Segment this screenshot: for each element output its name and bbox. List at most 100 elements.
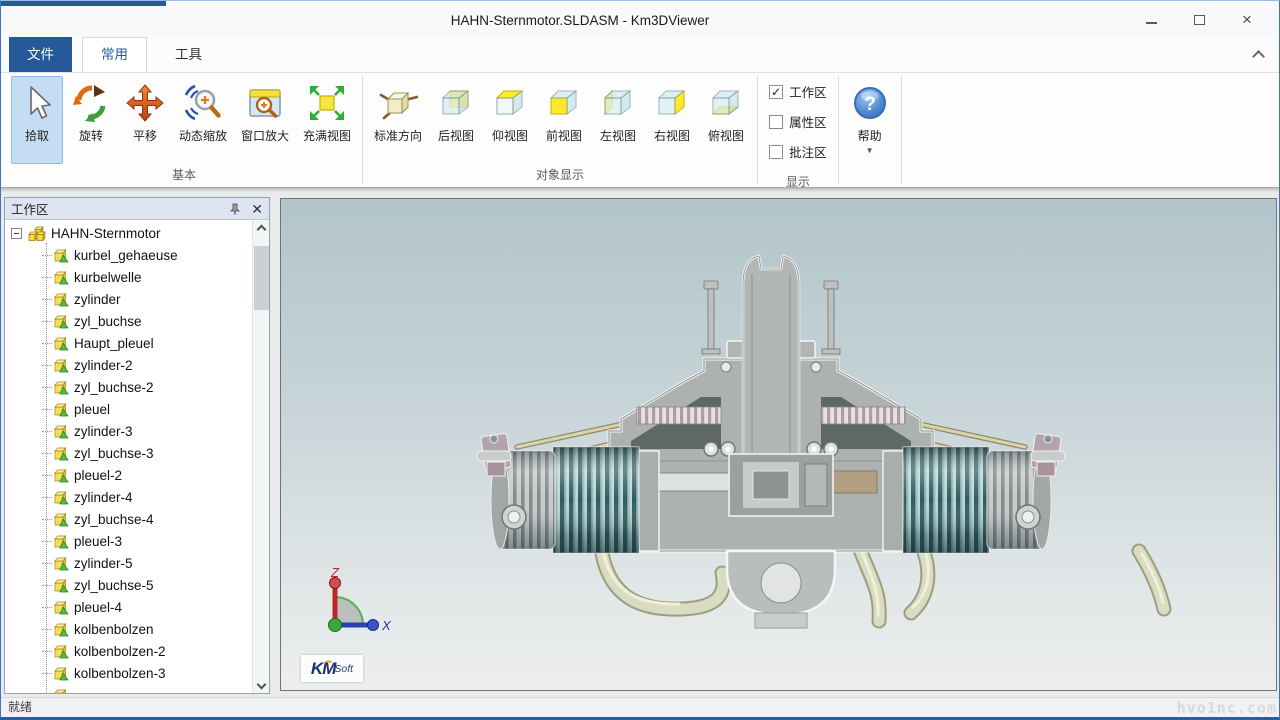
tree-item[interactable]: zylinder-2 [5,354,251,376]
part-icon [53,555,69,571]
cube-left-icon [598,83,638,123]
scroll-down-button[interactable] [253,677,269,693]
ribbon-button-pick[interactable]: 拾取 [11,76,63,164]
maximize-button[interactable] [1175,1,1223,38]
tree-item[interactable]: zyl_buchse [5,310,251,332]
tree-collapse-icon[interactable] [11,228,22,239]
ribbon: 拾取旋转平移动态缩放窗口放大充满视图基本标准方向后视图仰视图前视图左视图右视图俯… [1,73,1279,187]
collapse-ribbon-icon[interactable] [1252,50,1265,63]
tree-item-label: kolbenbolzen [74,622,154,637]
workspace-panel: 工作区 ✕ HAHN-Sternmotor kurbel_gehaeusekur… [4,197,270,694]
scrollbar-thumb[interactable] [254,246,269,310]
tab-file[interactable]: 文件 [9,37,72,72]
ribbon-button-view-left[interactable]: 左视图 [592,76,644,164]
tree-item[interactable]: zyl_buchse-3 [5,442,251,464]
part-icon [53,511,69,527]
close-button[interactable]: × [1223,1,1271,38]
tree-connector [42,475,52,476]
tree-item-label: zyl_buchse-4 [74,512,154,527]
tree-connector [42,365,52,366]
tree-item[interactable]: pleuel-4 [5,596,251,618]
tree-connector [42,277,52,278]
tree-item-label: zyl_buchse-3 [74,446,154,461]
ribbon-button-zoom-dynamic[interactable]: 动态缩放 [173,76,233,164]
tab-tools[interactable]: 工具 [157,37,220,72]
chevron-down-icon [256,680,266,690]
tree-item[interactable]: zyl_buchse-2 [5,376,251,398]
tree-root-item[interactable]: HAHN-Sternmotor [5,222,251,244]
part-icon [53,599,69,615]
tree-connector [42,453,52,454]
ribbon-button-label: 右视图 [654,127,690,144]
tree-item[interactable]: kolbenbolzen-2 [5,640,251,662]
tree-item-label: pleuel [74,402,110,417]
tree-item[interactable]: Haupt_pleuel [5,332,251,354]
ribbon-button-std-orientation[interactable]: 标准方向 [368,76,428,164]
zoom-dynamic-icon [183,83,223,123]
viewport-3d[interactable]: Z X KM Soft [280,198,1277,691]
window-title: HAHN-Sternmotor.SLDASM - Km3DViewer [1,1,1159,38]
scroll-up-button[interactable] [253,226,269,242]
part-icon [53,269,69,285]
checkbox-box-workspace[interactable]: ✓ [769,85,783,99]
logo-soft-text: Soft [334,663,353,675]
tree-item[interactable]: kurbel_gehaeuse [5,244,251,266]
minimize-icon [1146,22,1157,24]
ribbon-button-view-front[interactable]: 前视图 [538,76,590,164]
tree-item[interactable]: pleuel-2 [5,464,251,486]
ribbon-button-help[interactable]: 帮助▼ [844,76,896,169]
tree-item[interactable]: zyl_buchse-4 [5,508,251,530]
tree-item[interactable]: pleuel-3 [5,530,251,552]
tree-item[interactable]: zyl_buchse-5 [5,574,251,596]
ribbon-button-rotate[interactable]: 旋转 [65,76,117,164]
ribbon-button-fit-view[interactable]: 充满视图 [297,76,357,164]
tree-connector [42,519,52,520]
checkbox-properties[interactable]: 属性区 [769,112,827,131]
tree-item-partial[interactable] [5,684,251,693]
ribbon-button-label: 动态缩放 [179,127,227,144]
ribbon-button-zoom-window[interactable]: 窗口放大 [235,76,295,164]
tree-item[interactable]: kolbenbolzen-3 [5,662,251,684]
ribbon-group-content-basic: 拾取旋转平移动态缩放窗口放大充满视图 [7,73,361,165]
tree-item[interactable]: zylinder-3 [5,420,251,442]
checkbox-box-properties[interactable] [769,115,783,129]
km-soft-logo: KM Soft [301,655,363,682]
cube-bottom-icon [490,83,530,123]
checkbox-box-annotations[interactable] [769,145,783,159]
part-icon [53,687,69,693]
ribbon-button-view-bottom[interactable]: 仰视图 [484,76,536,164]
tree-item[interactable]: pleuel [5,398,251,420]
workspace-panel-body: HAHN-Sternmotor kurbel_gehaeusekurbelwel… [5,220,269,693]
ribbon-button-view-right[interactable]: 右视图 [646,76,698,164]
ribbon-group-help: 帮助▼ [840,73,900,187]
part-icon [53,335,69,351]
titlebar: HAHN-Sternmotor.SLDASM - Km3DViewer × [1,1,1279,38]
tree-item-label: pleuel-3 [74,534,122,549]
tree-item[interactable]: zylinder-4 [5,486,251,508]
tree-item[interactable]: zylinder [5,288,251,310]
panel-close-icon[interactable]: ✕ [251,203,263,215]
tree-item-label: zylinder-3 [74,424,133,439]
tree-root-label: HAHN-Sternmotor [51,226,161,241]
ribbon-button-view-top[interactable]: 俯视图 [700,76,752,164]
tab-common[interactable]: 常用 [82,37,147,72]
ribbon-button-view-back[interactable]: 后视图 [430,76,482,164]
checkbox-annotations[interactable]: 批注区 [769,142,827,161]
zoom-window-icon [245,83,285,123]
pin-icon[interactable] [229,203,241,215]
part-icon [53,445,69,461]
tree-item-label: zyl_buchse-2 [74,380,154,395]
tree-item[interactable]: kolbenbolzen [5,618,251,640]
ribbon-tabbar: 文件常用工具 [1,38,1279,73]
minimize-button[interactable] [1127,1,1175,38]
checkbox-workspace[interactable]: ✓工作区 [769,82,827,101]
ribbon-button-label: 前视图 [546,127,582,144]
tree-item[interactable]: kurbelwelle [5,266,251,288]
tree-scrollbar[interactable] [252,220,269,693]
tree-connector [42,673,52,674]
ribbon-button-pan[interactable]: 平移 [119,76,171,164]
tree-item[interactable]: zylinder-5 [5,552,251,574]
tree-connector [42,607,52,608]
ribbon-group-object-display: 标准方向后视图仰视图前视图左视图右视图俯视图对象显示 [364,73,756,187]
tree-connector [42,409,52,410]
